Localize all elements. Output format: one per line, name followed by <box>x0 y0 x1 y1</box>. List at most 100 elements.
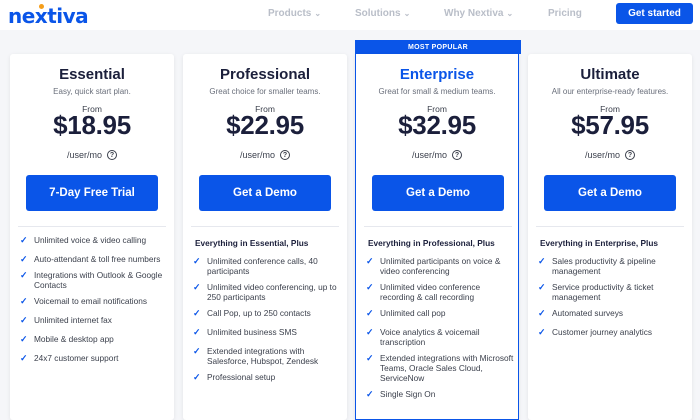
feature-item: ✓ Sales productivity & pipeline managemen… <box>538 256 686 276</box>
info-icon[interactable]: ? <box>452 150 462 160</box>
feature-text: Unlimited voice & video calling <box>34 235 147 245</box>
plan-price: $32.95 <box>398 110 476 140</box>
feature-text: Unlimited video conference recording & c… <box>380 282 481 302</box>
chevron-down-icon: ⌄ <box>506 8 514 18</box>
feature-item: ✓ Automated surveys <box>538 308 686 318</box>
free-trial-button[interactable]: 7-Day Free Trial <box>26 175 158 211</box>
check-icon: ✓ <box>366 282 374 292</box>
divider <box>191 226 339 227</box>
check-icon: ✓ <box>193 372 201 382</box>
plan-tagline: Great choice for smaller teams. <box>209 87 321 96</box>
check-icon: ✓ <box>20 353 28 363</box>
plan-name: Essential <box>59 66 125 83</box>
check-icon: ✓ <box>366 353 374 363</box>
feature-text: Automated surveys <box>552 308 624 318</box>
site-header: nextiva Products ⌄ Solutions ⌄ Why Nexti… <box>0 0 700 30</box>
plan-name: Ultimate <box>580 66 640 83</box>
feature-text: Unlimited call pop <box>380 308 446 318</box>
feature-item: ✓ Unlimited internet fax <box>20 315 168 325</box>
feature-list: ✓ Unlimited participants on voice & video… <box>366 256 514 399</box>
price-unit-label: /user/mo <box>411 150 447 160</box>
check-icon: ✓ <box>366 308 374 318</box>
check-icon: ✓ <box>538 282 546 292</box>
feature-text: Unlimited conference calls, 40 participa… <box>207 256 318 276</box>
nav-label: Pricing <box>548 8 582 19</box>
check-icon: ✓ <box>366 256 374 266</box>
plan-price: $57.95 <box>571 110 649 140</box>
logo-dot <box>39 4 44 9</box>
price-unit-label: /user/mo <box>66 150 102 160</box>
feature-text: Call Pop, up to 250 contacts <box>207 308 311 318</box>
price-unit-label: /user/mo <box>584 150 620 160</box>
check-icon: ✓ <box>193 308 201 318</box>
feature-item: ✓ Auto-attendant & toll free numbers <box>20 254 168 264</box>
price-unit: /user/mo ? <box>356 150 518 160</box>
feature-list: ✓ Unlimited conference calls, 40 particip… <box>193 256 341 382</box>
nav-label: Products <box>268 8 312 19</box>
feature-item: ✓ Mobile & desktop app <box>20 334 168 344</box>
check-icon: ✓ <box>20 315 28 325</box>
nav-why-nextiva[interactable]: Why Nextiva ⌄ <box>444 8 513 19</box>
feature-text: Single Sign On <box>380 389 436 399</box>
feature-text: Unlimited business SMS <box>207 327 297 337</box>
feature-item: ✓ Service productivity & ticket managemen… <box>538 282 686 302</box>
feature-item: ✓ Unlimited voice & video calling <box>20 235 168 245</box>
feature-item: ✓ Unlimited participants on voice & video… <box>366 256 514 276</box>
feature-item: ✓ Voicemail to email notifications <box>20 296 168 306</box>
feature-item: ✓ Unlimited video conference recording & … <box>366 282 514 302</box>
nav-pricing[interactable]: Pricing <box>548 8 582 19</box>
feature-item: ✓ Single Sign On <box>366 389 514 399</box>
feature-item: ✓ Unlimited business SMS <box>193 327 341 337</box>
feature-text: Auto-attendant & toll free numbers <box>34 254 161 264</box>
check-icon: ✓ <box>366 327 374 337</box>
info-icon[interactable]: ? <box>107 150 117 160</box>
check-icon: ✓ <box>193 327 201 337</box>
check-icon: ✓ <box>193 256 201 266</box>
feature-list: ✓ Unlimited voice & video calling ✓ Auto-a… <box>20 235 168 363</box>
feature-text: Voicemail to email notifications <box>34 296 147 306</box>
get-demo-button[interactable]: Get a Demo <box>199 175 331 211</box>
check-icon: ✓ <box>20 270 28 280</box>
check-icon: ✓ <box>538 308 546 318</box>
get-demo-button[interactable]: Get a Demo <box>372 175 504 211</box>
price-unit: /user/mo ? <box>10 150 174 160</box>
nextiva-logo[interactable]: nextiva <box>8 4 89 28</box>
chevron-down-icon: ⌄ <box>314 8 322 18</box>
price-unit: /user/mo ? <box>183 150 347 160</box>
plan-card-enterprise: Enterprise Great for small & medium team… <box>355 54 519 420</box>
feature-text: Unlimited participants on voice & video … <box>380 256 501 276</box>
feature-item: ✓ Unlimited conference calls, 40 particip… <box>193 256 341 276</box>
feature-text: Service productivity & ticket management <box>552 282 654 302</box>
feature-text: Integrations with Outlook & Google Conta… <box>34 270 163 290</box>
most-popular-badge: MOST POPULAR <box>355 40 521 54</box>
feature-text: Customer journey analytics <box>552 327 653 337</box>
plan-includes-heading: Everything in Professional, Plus <box>368 238 495 248</box>
check-icon: ✓ <box>20 254 28 264</box>
nav-solutions[interactable]: Solutions ⌄ <box>355 8 410 19</box>
get-started-button[interactable]: Get started <box>616 3 693 24</box>
feature-text: Unlimited video conferencing, up to 250 … <box>207 282 337 302</box>
price-unit: /user/mo ? <box>528 150 692 160</box>
nav-label: Why Nextiva <box>444 8 504 19</box>
check-icon: ✓ <box>366 389 374 399</box>
get-demo-button[interactable]: Get a Demo <box>544 175 676 211</box>
feature-text: Extended integrations with Salesforce, H… <box>207 346 319 366</box>
divider <box>364 226 512 227</box>
plan-name: Professional <box>219 66 311 83</box>
nav-products[interactable]: Products ⌄ <box>268 8 321 19</box>
check-icon: ✓ <box>193 346 201 356</box>
plan-name: Enterprise <box>399 66 475 83</box>
chevron-down-icon: ⌄ <box>403 8 411 18</box>
check-icon: ✓ <box>538 256 546 266</box>
plan-tagline: All our enterprise-ready features. <box>551 87 669 96</box>
info-icon[interactable]: ? <box>625 150 635 160</box>
feature-text: Voice analytics & voicemail transcriptio… <box>380 327 480 347</box>
check-icon: ✓ <box>20 235 28 245</box>
check-icon: ✓ <box>20 296 28 306</box>
plan-card-ultimate: Ultimate All our enterprise-ready featur… <box>528 54 692 420</box>
price-unit-label: /user/mo <box>239 150 275 160</box>
feature-item: ✓ Call Pop, up to 250 contacts <box>193 308 341 318</box>
feature-item: ✓ Extended integrations with Salesforce, … <box>193 346 341 366</box>
feature-text: Mobile & desktop app <box>34 334 114 344</box>
info-icon[interactable]: ? <box>280 150 290 160</box>
